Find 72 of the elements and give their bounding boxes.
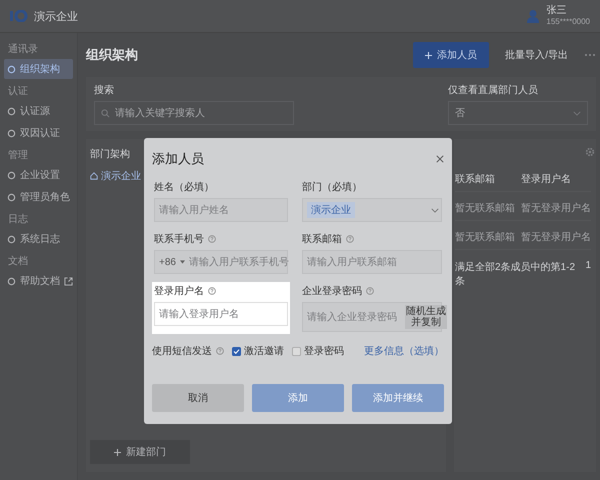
ring-icon <box>7 276 16 286</box>
sidebar-item[interactable]: 认证源 <box>4 101 73 121</box>
sidebar-group-label: 通讯录 <box>7 42 39 57</box>
table-cell-text: 暂无联系邮箱 <box>455 230 516 244</box>
search-field[interactable]: 请输入关键字搜索人 <box>94 101 294 125</box>
field-label: 联系邮箱 <box>302 232 342 246</box>
panel-title: 部门架构 <box>90 148 130 161</box>
table-cell-text: 暂无登录用户名 <box>521 202 591 215</box>
plus-icon <box>425 52 432 58</box>
column-header: 登录用户名 <box>521 172 572 186</box>
caret-icon[interactable] <box>180 260 185 264</box>
select-field[interactable]: 否 <box>448 101 588 125</box>
sidebar-group-label: 日志 <box>7 212 29 227</box>
close-icon[interactable] <box>436 155 444 163</box>
sidebar-group-label: 文档 <box>7 254 29 269</box>
sidebar-item[interactable]: 帮助文档 <box>4 271 73 291</box>
tree-item[interactable]: 演示企业 <box>90 169 141 183</box>
input-field[interactable]: 请输入用户联系邮箱 <box>302 250 442 274</box>
input-field[interactable]: 请输入用户姓名 <box>154 198 288 222</box>
sidebar-item[interactable]: 企业设置 <box>4 165 73 185</box>
ring-icon <box>7 128 16 138</box>
field-label: 姓名（必填） <box>154 180 214 194</box>
department-tag: 演示企业 <box>307 202 355 218</box>
search-icon <box>101 108 110 118</box>
dialog-button[interactable]: 取消 <box>152 384 244 412</box>
field-label: 联系手机号 <box>154 232 204 246</box>
import-export-button[interactable]: 批量导入/导出 <box>499 47 574 63</box>
input-field[interactable]: 请输入登录用户名 <box>154 302 288 326</box>
checkbox-icon[interactable] <box>292 346 301 356</box>
plus-icon <box>114 448 121 456</box>
settings-icon[interactable] <box>585 147 595 157</box>
checkbox-label: 激活邀请 <box>244 344 284 358</box>
generate-copy-button[interactable]: 随机生成并复制 <box>405 305 447 329</box>
logo-icon <box>10 10 28 22</box>
filter-label: 仅查看直属部门人员 <box>448 84 539 97</box>
house-icon <box>90 172 98 180</box>
phone-field[interactable]: +86 请输入用户联系手机号 <box>154 250 288 274</box>
ring-icon <box>7 170 16 180</box>
new-department-button[interactable]: 新建部门 <box>90 440 190 464</box>
page-title: 组织架构 <box>86 46 138 64</box>
department-select[interactable]: 演示企业 <box>302 198 442 222</box>
dialog-title: 添加人员 <box>152 150 204 168</box>
column-header: 联系邮箱 <box>455 172 496 186</box>
sidebar-item[interactable]: 系统日志 <box>4 229 73 249</box>
more-info-link[interactable]: 更多信息（选填） <box>364 344 444 358</box>
table-cell-text: 暂无登录用户名 <box>521 230 591 244</box>
field-label: 部门（必填） <box>302 180 362 194</box>
sidebar-item[interactable]: 双因认证 <box>4 123 73 143</box>
checked-checkbox-icon[interactable] <box>232 346 241 356</box>
chevron-down-icon <box>573 110 581 116</box>
checkbox-label: 登录密码 <box>304 344 344 358</box>
field-label: 企业登录密码 <box>302 284 362 298</box>
ring-icon <box>7 234 16 244</box>
sidebar-group-label: 认证 <box>7 85 29 99</box>
user-name: 张三 <box>546 5 568 18</box>
filter-label: 搜索 <box>94 84 115 97</box>
page-number[interactable]: 1 <box>585 260 591 271</box>
field-label: 登录用户名 <box>154 284 204 298</box>
sidebar-item[interactable]: 管理员角色 <box>4 187 73 207</box>
sms-label: 使用短信发送 <box>152 345 212 358</box>
ring-icon <box>7 106 16 116</box>
chevron-down-icon <box>431 208 439 212</box>
add-member-button[interactable]: 添加人员 <box>413 42 490 68</box>
more-icon[interactable] <box>584 53 596 57</box>
sidebar-item[interactable]: 组织架构 <box>4 59 73 79</box>
company-name: 演示企业 <box>34 10 78 24</box>
ring-icon <box>7 192 16 202</box>
pagination-summary: 满足全部2条成员中的第1-2条 <box>455 260 576 288</box>
ring-icon <box>7 64 16 74</box>
sidebar-group-label: 管理 <box>7 149 29 163</box>
user-phone: 155****0000 <box>546 17 590 27</box>
table-cell-text: 暂无联系邮箱 <box>455 202 516 215</box>
